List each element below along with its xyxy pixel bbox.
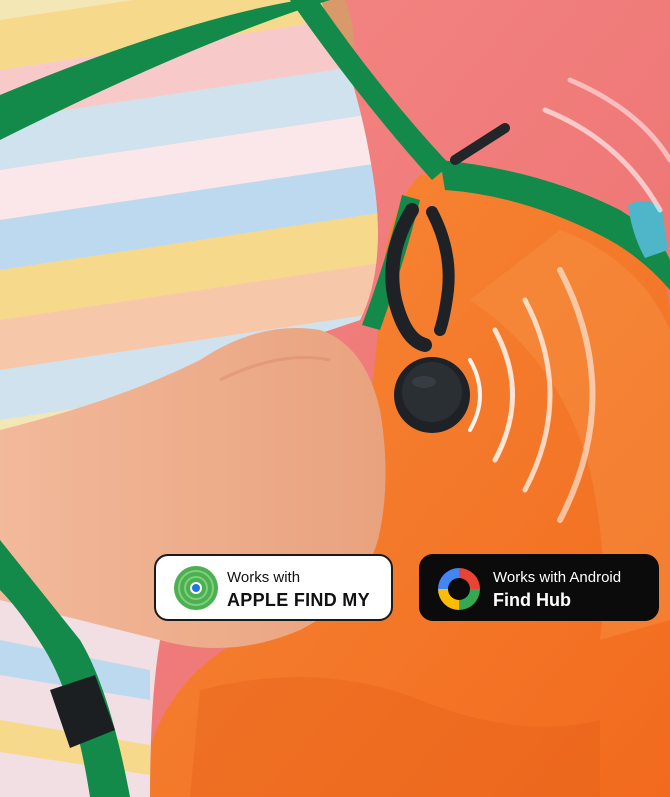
backpack-photo bbox=[0, 0, 670, 797]
google-badge-line1: Works with Android bbox=[493, 569, 622, 586]
find-hub-icon bbox=[438, 568, 480, 610]
product-photo: Works with APPLE FIND MY Works with Andr… bbox=[0, 0, 670, 797]
google-badge-line2: Find Hub bbox=[493, 590, 571, 610]
apple-find-my-badge: Works with APPLE FIND MY bbox=[154, 554, 393, 621]
android-find-hub-badge: Works with Android Find Hub bbox=[419, 554, 659, 621]
apple-badge-line1: Works with bbox=[227, 569, 301, 586]
apple-badge-line2: APPLE FIND MY bbox=[227, 590, 370, 610]
find-my-icon bbox=[174, 566, 218, 610]
